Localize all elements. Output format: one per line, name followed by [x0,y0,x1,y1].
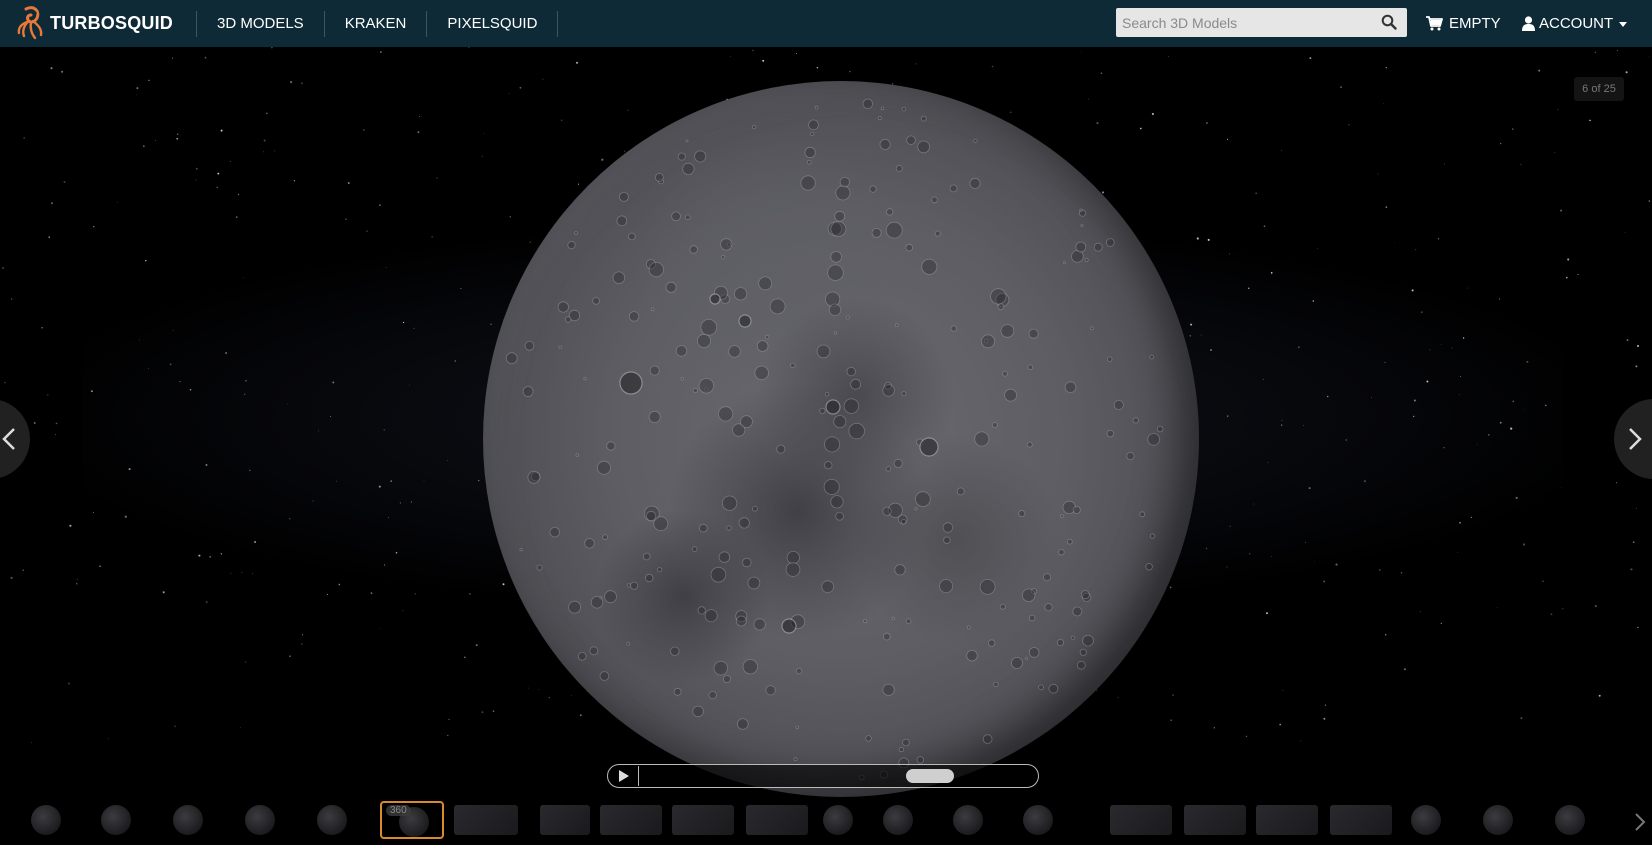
badge-360: 360 [386,805,411,816]
user-icon [1522,16,1535,31]
thumbnail-image [1256,805,1318,835]
thumbnail-image [746,805,808,835]
nav-item-3d-models[interactable]: 3D MODELS [197,0,324,47]
thumbnail-strip: 360 [0,797,1652,845]
thumbnail-image [1330,805,1392,835]
thumbnail-item[interactable] [28,801,64,839]
thumbnail-item[interactable] [1184,801,1246,839]
thumbnail-image [173,805,203,835]
thumbnail-image [953,805,983,835]
account-label: ACCOUNT [1539,15,1614,32]
thumbnail-item[interactable] [454,801,518,839]
squid-logo-icon [17,5,43,39]
turbosquid-logo[interactable]: TURBOSQUID [0,0,196,47]
thumbnail-item[interactable] [170,801,206,839]
account-menu-button[interactable]: ACCOUNT [1522,0,1628,47]
caret-down-icon [1619,22,1628,27]
thumbnail-image [1483,805,1513,835]
thumbnail-image [31,805,61,835]
thumbnail-image [600,805,662,835]
cart-icon [1426,16,1443,31]
thumbnail-item[interactable] [98,801,134,839]
thumbnail-item[interactable] [820,801,856,839]
search-icon[interactable] [1381,14,1397,30]
moon-model[interactable] [483,81,1199,797]
thumbnail-item[interactable]: 360 [380,801,444,839]
thumbnail-item[interactable] [1020,801,1056,839]
spin-scrubber-handle[interactable] [906,769,954,783]
play-button[interactable] [609,766,639,786]
thumbnail-item[interactable] [880,801,916,839]
top-navbar: TURBOSQUID 3D MODELS KRAKEN PIXELSQUID E… [0,0,1652,47]
thumbnail-item[interactable] [950,801,986,839]
image-counter: 6 of 25 [1574,77,1624,101]
spin-player [607,764,1039,788]
thumbnail-image [1411,805,1441,835]
thumbnail-image [1555,805,1585,835]
thumbnail-item[interactable] [1110,801,1172,839]
cart-button[interactable]: EMPTY [1426,0,1501,47]
cart-label: EMPTY [1449,15,1501,32]
thumbnail-image [317,805,347,835]
play-icon [618,770,629,782]
thumbnail-item[interactable] [1330,801,1392,839]
thumbnail-item[interactable] [746,801,808,839]
moon-surface [505,98,1164,781]
model-viewer[interactable]: 6 of 25 360 [0,47,1652,845]
thumbnail-item[interactable] [1552,801,1588,839]
chevron-right-icon [1629,428,1642,450]
search-box [1116,8,1407,37]
thumbnail-image [454,805,518,835]
thumbnail-image [1110,805,1172,835]
thumbnail-image [540,805,590,835]
thumbnail-image [823,805,853,835]
thumbnail-image [1184,805,1246,835]
thumbnail-item[interactable] [242,801,278,839]
brand-name: TURBOSQUID [50,13,173,33]
thumbnail-item[interactable] [672,801,734,839]
nav-item-kraken[interactable]: KRAKEN [325,0,427,47]
thumbnail-item[interactable] [1256,801,1318,839]
thumbnail-item[interactable] [314,801,350,839]
chevron-left-icon [2,428,15,450]
nav-item-pixelsquid[interactable]: PIXELSQUID [427,0,557,47]
thumbnail-image [101,805,131,835]
search-input[interactable] [1116,9,1371,36]
nav-divider [557,10,559,37]
thumbnail-image [883,805,913,835]
thumbnail-item[interactable] [1408,801,1444,839]
thumbnail-item[interactable] [600,801,662,839]
thumbnail-item[interactable] [540,801,590,839]
thumbnail-item[interactable] [1480,801,1516,839]
thumbnail-image [245,805,275,835]
thumbnail-image [1023,805,1053,835]
thumbnail-image [672,805,734,835]
chevron-right-icon[interactable] [1633,812,1647,832]
